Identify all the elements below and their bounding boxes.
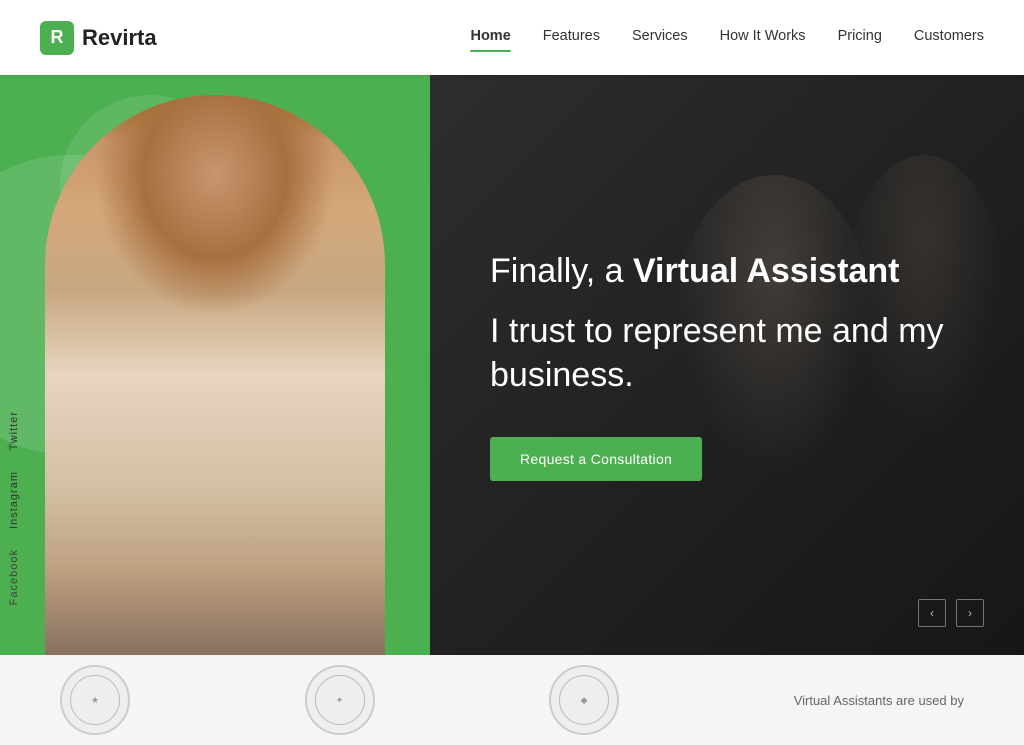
nav-item-pricing[interactable]: Pricing — [838, 28, 882, 48]
main-nav: Home Features Services How It Works Pric… — [470, 28, 984, 48]
hero-right-panel: Finally, a Virtual Assistant I trust to … — [430, 75, 1024, 655]
badge-inner-3: ◆ — [559, 675, 609, 725]
logo[interactable]: R Revirta — [40, 21, 157, 55]
logo-icon: R — [40, 21, 74, 55]
carousel-controls: ‹ › — [918, 599, 984, 627]
logo-symbol: R — [51, 27, 64, 48]
badge-1: ★ — [60, 665, 130, 735]
nav-item-services[interactable]: Services — [632, 28, 688, 48]
carousel-next-button[interactable]: › — [956, 599, 984, 627]
hero-subtext-line1: I trust to represent me and my — [490, 312, 944, 350]
social-twitter[interactable]: Twitter — [0, 401, 30, 460]
social-facebook[interactable]: Facebook — [0, 539, 30, 615]
nav-item-features[interactable]: Features — [543, 28, 600, 48]
badge-3: ◆ — [549, 665, 619, 735]
hero-headline: Finally, a Virtual Assistant — [490, 249, 964, 293]
badge-2: ✦ — [305, 665, 375, 735]
nav-item-home[interactable]: Home — [470, 28, 510, 48]
logo-text: Revirta — [82, 25, 157, 51]
person-photo-overlay — [45, 95, 385, 655]
hero-section: Twitter Instagram Facebook Finally, a Vi… — [0, 75, 1024, 655]
strip-text: Virtual Assistants are used by — [794, 693, 964, 708]
hero-person-container — [0, 75, 430, 655]
badge-inner-2: ✦ — [315, 675, 365, 725]
hero-headline-bold: Virtual Assistant — [633, 252, 899, 290]
hero-person-image — [45, 95, 385, 655]
social-instagram[interactable]: Instagram — [0, 461, 30, 539]
badge-inner-1: ★ — [70, 675, 120, 725]
hero-subtext: I trust to represent me and my business. — [490, 309, 964, 397]
nav-item-customers[interactable]: Customers — [914, 28, 984, 48]
hero-left-panel: Twitter Instagram Facebook — [0, 75, 430, 655]
bottom-strip: ★ ✦ ◆ Virtual Assistants are used by — [0, 655, 1024, 745]
hero-subtext-line2: business. — [490, 356, 634, 394]
header: R Revirta Home Features Services How It … — [0, 0, 1024, 75]
hero-headline-part1: Finally, a — [490, 252, 633, 290]
hero-content: Finally, a Virtual Assistant I trust to … — [490, 249, 964, 482]
social-sidebar: Twitter Instagram Facebook — [0, 75, 30, 655]
nav-item-how-it-works[interactable]: How It Works — [720, 28, 806, 48]
cta-button[interactable]: Request a Consultation — [490, 437, 702, 481]
carousel-prev-button[interactable]: ‹ — [918, 599, 946, 627]
